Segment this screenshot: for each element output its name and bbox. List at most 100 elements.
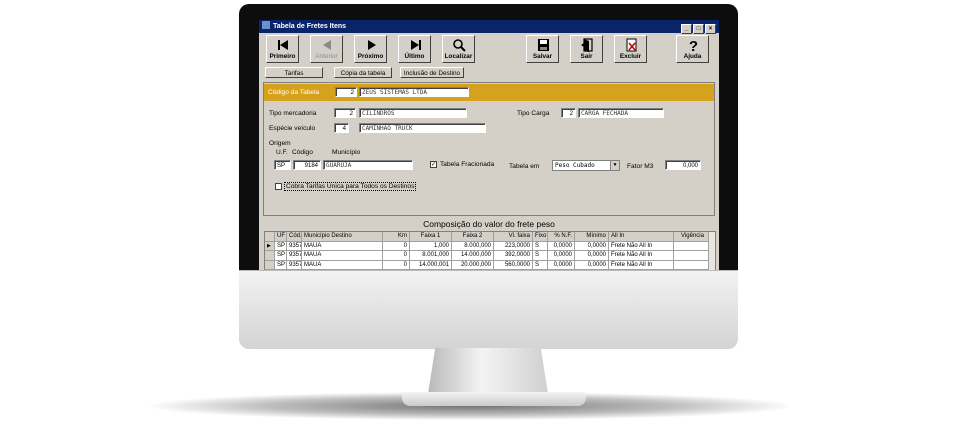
table-code-label: Código da Tabela	[268, 89, 320, 96]
grid-column-header[interactable]: Faixa 2	[452, 232, 494, 242]
grid-cell[interactable]: MAUA	[302, 251, 383, 261]
grid-cell[interactable]	[674, 241, 712, 252]
help-button[interactable]: ? Ajuda	[676, 35, 709, 63]
grid-cell[interactable]: 9357	[287, 251, 302, 261]
tab-tarifas[interactable]: Tarifas	[265, 67, 323, 78]
next-button[interactable]: Próximo	[354, 35, 387, 63]
table-code-field[interactable]: 2	[335, 87, 357, 97]
grid-cell[interactable]: 20.000,000	[452, 260, 494, 270]
grid-cell[interactable]: 0	[383, 251, 410, 261]
origin-uf-field[interactable]: SP	[274, 160, 291, 170]
grid-cell[interactable]: 9357	[287, 260, 302, 270]
grid-cell[interactable]: Frete Não All In	[609, 260, 674, 270]
exit-button-label: Sair	[580, 53, 593, 60]
first-button[interactable]: Primeiro	[266, 35, 299, 63]
grid-column-header[interactable]: Fixo	[533, 232, 548, 242]
grid-cell[interactable]: S	[533, 241, 548, 252]
m3-factor-field[interactable]: 0,000	[665, 160, 701, 170]
grid-cell[interactable]: 0	[383, 260, 410, 270]
grid-column-header[interactable]: Vl. faixa	[494, 232, 533, 242]
previous-record-icon	[323, 40, 331, 50]
cargo-type-name-field[interactable]: CARGA FECHADA	[578, 108, 664, 118]
grid-cell[interactable]	[674, 251, 712, 261]
grid-cell[interactable]: 14.000,001	[410, 260, 452, 270]
chevron-down-icon[interactable]: ▼	[610, 161, 619, 170]
tab-copia-tabela[interactable]: Cópia da tabela	[334, 67, 392, 78]
table-row[interactable]: SP 9357 MAUA 0 14.000,001 20.000,000 560,0000 S…	[265, 260, 712, 270]
grid-cell[interactable]: 8.001,000	[410, 251, 452, 261]
table-in-select[interactable]: Peso Cubado ▼	[552, 160, 620, 171]
exit-button[interactable]: Sair	[570, 35, 603, 63]
grid-cell[interactable]: 0,0000	[575, 260, 609, 270]
grid-cell[interactable]: 560,0000	[494, 260, 533, 270]
delete-button[interactable]: Excluir	[614, 35, 647, 63]
search-button[interactable]: Localizar	[442, 35, 475, 63]
origin-city-field[interactable]: GUARUJA	[323, 160, 413, 170]
vehicle-type-name-field[interactable]: CAMINHÃO TRUCK	[359, 123, 486, 133]
svg-text:?: ?	[689, 38, 698, 53]
grid-column-header[interactable]: Vigência	[674, 232, 712, 242]
grid-cell[interactable]: S	[533, 251, 548, 261]
app-icon	[262, 21, 270, 29]
close-icon[interactable]: ×	[705, 24, 716, 34]
vehicle-type-code-field[interactable]: 4	[334, 123, 349, 133]
grid-column-header[interactable]: UF	[275, 232, 287, 242]
last-record-icon	[411, 40, 421, 50]
grid-cell[interactable]: 392,0000	[494, 251, 533, 261]
grid-cell[interactable]: Frete Não All In	[609, 241, 674, 252]
section-title: Composição do valor do frete peso	[423, 219, 555, 229]
grid-cell[interactable]: 14.000,000	[452, 251, 494, 261]
grid-column-header[interactable]: % N.F.	[548, 232, 575, 242]
monitor-chin	[239, 270, 738, 349]
single-rate-label: Cobra Tarifas Única para Todos os Destin…	[284, 182, 417, 191]
grid-cell[interactable]: 0,0000	[548, 241, 575, 252]
grid-cell[interactable]: 0,0000	[575, 241, 609, 252]
table-code-bar: Código da Tabela 2 ZEUS SISTEMAS LTDA	[264, 84, 714, 101]
floppy-disk-icon	[538, 39, 549, 51]
grid-cell[interactable]: MAUA	[302, 260, 383, 270]
table-name-field[interactable]: ZEUS SISTEMAS LTDA	[359, 87, 469, 97]
table-row[interactable]: SP 9357 MAUA 0 8.001,000 14.000,000 392,0000 S 0…	[265, 251, 712, 261]
minimize-icon[interactable]: _	[681, 24, 692, 34]
grid-cell[interactable]: 1,000	[410, 241, 452, 252]
table-row[interactable]: ▶ SP 9357 MAUA 0 1,000 8.000,000 223,0000 S 0,000…	[265, 241, 712, 252]
merch-type-label: Tipo mercadoria	[269, 110, 317, 117]
grid-cell[interactable]: MAUA	[302, 241, 383, 252]
check-mark-icon: ✓	[431, 162, 437, 168]
grid-cell[interactable]: S	[533, 260, 548, 270]
grid-column-header[interactable]: All In	[609, 232, 674, 242]
cargo-type-code-field[interactable]: 2	[561, 108, 576, 118]
last-button[interactable]: Último	[398, 35, 431, 63]
grid-cell[interactable]: 0,0000	[548, 260, 575, 270]
maximize-icon[interactable]: □	[693, 24, 704, 34]
grid-column-header[interactable]: Cód.	[287, 232, 302, 242]
save-button[interactable]: Salvar	[526, 35, 559, 63]
m3-factor-label: Fator M3	[627, 163, 654, 170]
merch-type-code-field[interactable]: 2	[334, 108, 356, 118]
grid-cell[interactable]: 0,0000	[575, 251, 609, 261]
previous-button[interactable]: Anterior	[310, 35, 343, 63]
grid-cell[interactable]: 8.000,000	[452, 241, 494, 252]
grid-cell[interactable]: 223,0000	[494, 241, 533, 252]
grid-cell[interactable]: 9357	[287, 241, 302, 252]
grid-vertical-scrollbar[interactable]	[708, 232, 715, 270]
last-button-label: Último	[404, 53, 425, 60]
merch-type-name-field[interactable]: CILINDROS	[359, 108, 467, 118]
grid-cell[interactable]: 0	[383, 241, 410, 252]
grid-cell[interactable]: SP	[275, 241, 287, 252]
grid-column-header[interactable]: Mínimo	[575, 232, 609, 242]
fractional-table-checkbox[interactable]: ✓	[430, 161, 437, 168]
grid-cell[interactable]: SP	[275, 251, 287, 261]
single-rate-checkbox[interactable]	[275, 183, 282, 190]
origin-label: Origem	[269, 140, 291, 147]
grid-column-header[interactable]: Faixa 1	[410, 232, 452, 242]
delete-document-icon	[626, 38, 637, 52]
grid-cell[interactable]: Frete Não All In	[609, 251, 674, 261]
tab-inclusao-destino[interactable]: Inclusão de Destino	[400, 67, 464, 78]
grid-column-header[interactable]: Km	[383, 232, 410, 242]
origin-code-field[interactable]: 9184	[293, 160, 321, 170]
grid-cell[interactable]: SP	[275, 260, 287, 270]
grid-cell[interactable]	[674, 260, 712, 270]
grid-column-header[interactable]: Município Destino	[302, 232, 383, 242]
grid-cell[interactable]: 0,0000	[548, 251, 575, 261]
